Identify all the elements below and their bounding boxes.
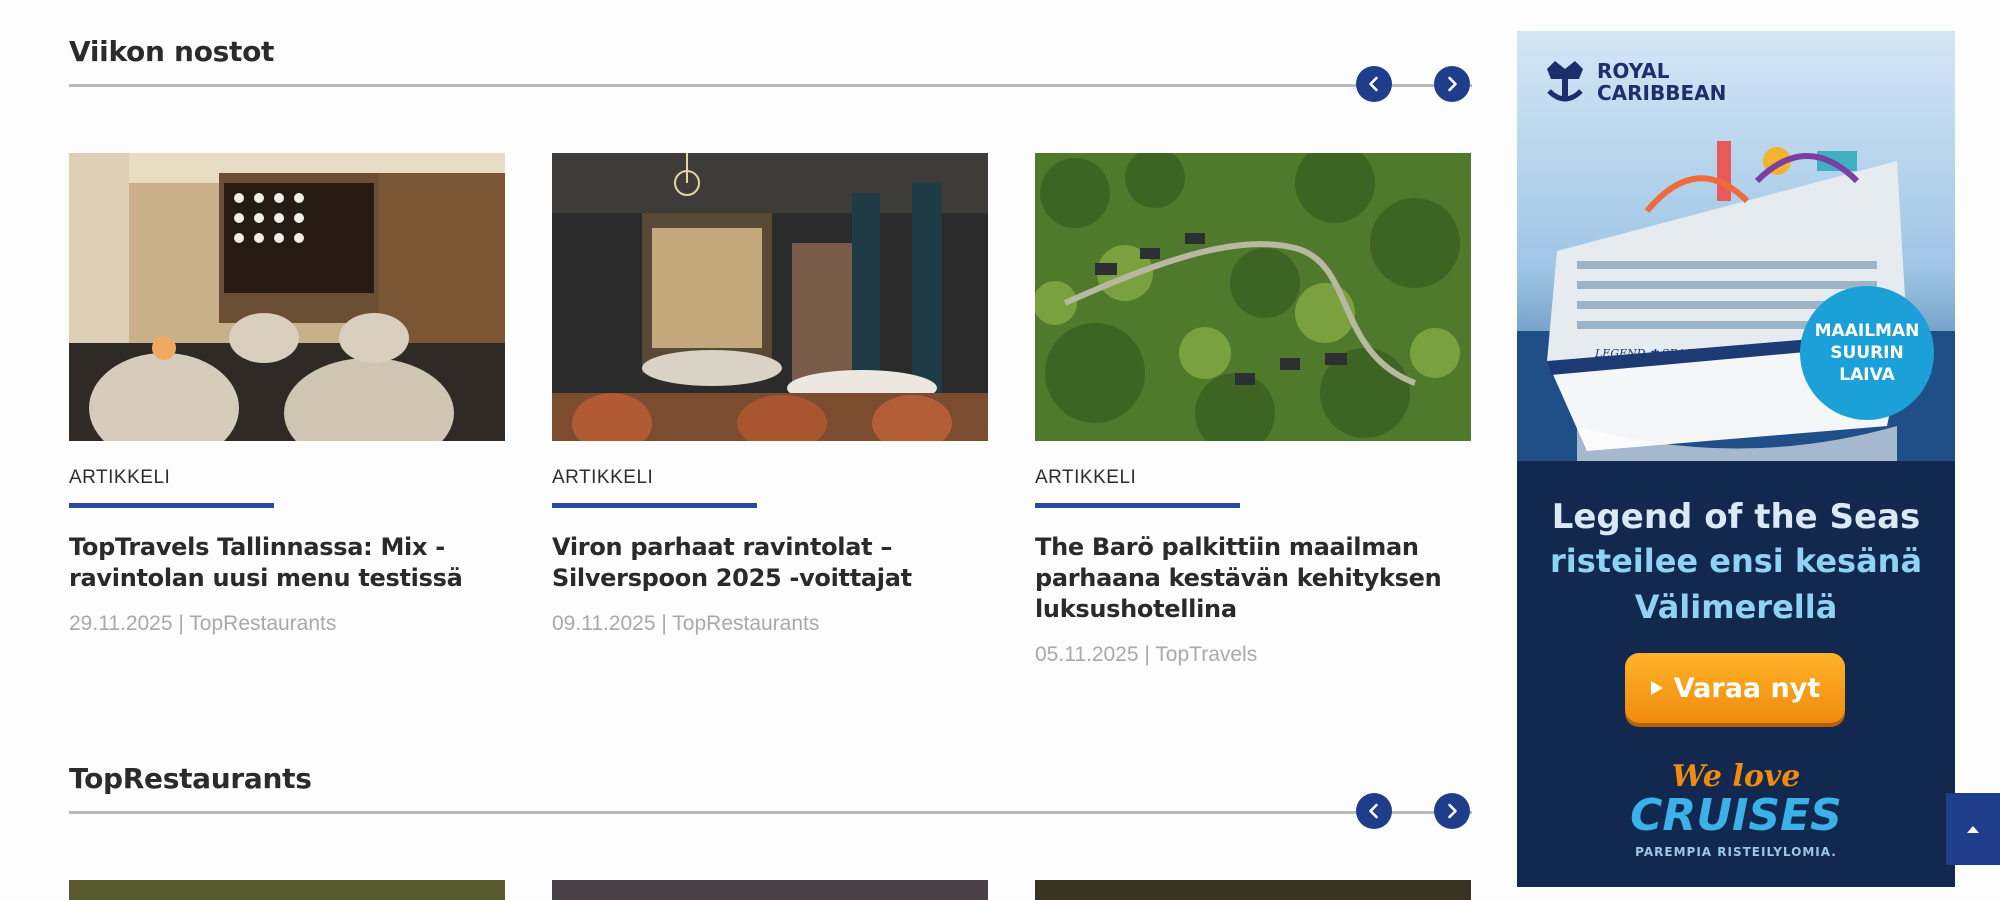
article-category: ARTIKKELI [1035, 467, 1137, 488]
brand-line-2: CARIBBEAN [1597, 81, 1727, 105]
section-title: Viikon nostot [69, 35, 275, 68]
category-underline [69, 503, 274, 508]
card-image-peek[interactable] [552, 880, 988, 900]
section-header: TopRestaurants [69, 757, 1472, 829]
badge-line-3: LAIVA [1839, 365, 1895, 385]
category-underline [1035, 503, 1240, 508]
brand-line-1: ROYAL [1597, 59, 1670, 83]
card-carousel: ARTIKKELI TopTravels Tallinnassa: Mix -r… [69, 153, 1472, 753]
carousel-prev-button[interactable] [1356, 793, 1392, 829]
ship-name-label: LEGEND ✱ SEAS [1595, 347, 1693, 360]
section-viikon-nostot: Viikon nostot ARTIKKELI TopTravels Talli… [69, 30, 1472, 666]
article-category: ARTIKKELI [552, 467, 654, 488]
we-love-cruises-logo: We love CRUISES PAREMPIA RISTEILYLOMIA. [1517, 759, 1955, 860]
play-icon [1650, 681, 1663, 695]
cta-label: Varaa nyt [1673, 672, 1821, 704]
royal-caribbean-logo: ROYAL CARIBBEAN [1543, 57, 1726, 107]
article-title[interactable]: Viron parhaat ravintolat – Silverspoon 2… [552, 532, 988, 594]
article-title[interactable]: The Barö palkittiin maailman parhaana ke… [1035, 532, 1471, 625]
logo-line-2: CRUISES [1630, 790, 1842, 841]
ad-badge: MAAILMAN SUURIN LAIVA [1800, 286, 1934, 420]
section-header: Viikon nostot [69, 30, 1472, 102]
chevron-left-icon [1369, 76, 1378, 92]
carousel-next-button[interactable] [1434, 793, 1470, 829]
article-meta: 09.11.2025 | TopRestaurants [552, 612, 820, 635]
ad-headline-1: Legend of the Seas [1551, 497, 1921, 537]
card-image-peek[interactable] [1035, 880, 1471, 900]
caret-up-icon [1967, 826, 1979, 833]
section-title: TopRestaurants [69, 762, 312, 795]
ad-headline-3: Välimerellä [1634, 588, 1838, 626]
chevron-left-icon [1369, 803, 1378, 819]
article-image[interactable] [1035, 153, 1471, 441]
advertisement-banner[interactable]: ROYAL CARIBBEAN MAAILMAN SUURIN LAIVA LE… [1517, 31, 1955, 887]
article-image[interactable] [69, 153, 505, 441]
book-now-button[interactable]: Varaa nyt [1625, 653, 1845, 723]
article-title[interactable]: TopTravels Tallinnassa: Mix -ravintolan … [69, 532, 505, 594]
article-card[interactable]: ARTIKKELI Viron parhaat ravintolat – Sil… [552, 153, 988, 636]
badge-line-1: MAAILMAN [1814, 321, 1920, 341]
chevron-right-icon [1448, 76, 1457, 92]
article-meta: 29.11.2025 | TopRestaurants [69, 612, 337, 635]
article-card[interactable]: ARTIKKELI The Barö palkittiin maailman p… [1035, 153, 1471, 667]
article-image[interactable] [552, 153, 988, 441]
carousel-next-button[interactable] [1434, 66, 1470, 102]
ad-tagline: PAREMPIA RISTEILYLOMIA. [1635, 845, 1837, 859]
logo-line-1: We love [1671, 759, 1801, 794]
badge-line-2: SUURIN [1830, 343, 1904, 363]
scroll-to-top-button[interactable] [1946, 793, 2000, 865]
card-image-peek[interactable] [69, 880, 505, 900]
crown-anchor-icon [1547, 61, 1583, 102]
category-underline [552, 503, 757, 508]
article-meta: 05.11.2025 | TopTravels [1035, 643, 1258, 666]
carousel-prev-button[interactable] [1356, 66, 1392, 102]
chevron-right-icon [1448, 803, 1457, 819]
section-toprestaurants: TopRestaurants [69, 757, 1472, 900]
article-card[interactable]: ARTIKKELI TopTravels Tallinnassa: Mix -r… [69, 153, 505, 636]
article-category: ARTIKKELI [69, 467, 171, 488]
ad-headline-2: risteilee ensi kesänä [1549, 542, 1923, 580]
